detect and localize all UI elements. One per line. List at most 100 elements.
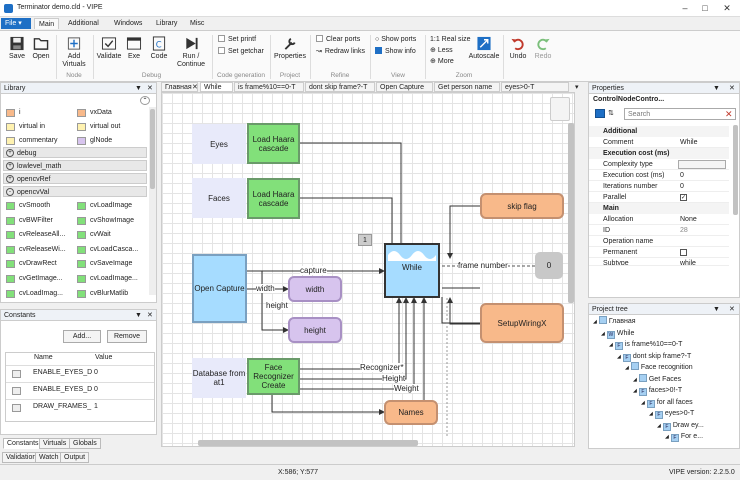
close-icon[interactable]: ✕ (717, 2, 737, 14)
tree-expand-icon[interactable]: ◢ (625, 365, 629, 371)
set-printf-checkbox[interactable]: Set printf (218, 35, 256, 44)
tree-node[interactable]: ◢ F Draw ey... (657, 420, 704, 431)
library-item[interactable]: virtual in (3, 121, 45, 133)
tree-expand-icon[interactable]: ◢ (593, 319, 597, 325)
zero-constant-node[interactable]: 0 (535, 252, 563, 279)
library-item[interactable]: cvLoadImage (74, 200, 132, 212)
add-constant-button[interactable]: Add... (63, 330, 101, 343)
library-item[interactable]: cvDrawRect (3, 258, 57, 270)
library-item[interactable]: cvReleaseWi... (3, 244, 66, 256)
load-haar-cascade-node-2[interactable]: Load Haara cascade (247, 178, 300, 219)
document-tab[interactable]: While (200, 82, 233, 92)
validate-button[interactable]: Validate (95, 36, 123, 61)
section-additional[interactable]: Additional (589, 126, 729, 137)
set-getchar-checkbox[interactable]: Set getchar (218, 47, 264, 56)
library-item[interactable]: cvLoadCasca... (74, 244, 138, 256)
open-button[interactable]: Open (30, 36, 52, 61)
row-iterations[interactable]: Iterations number 0 (589, 181, 729, 192)
properties-close-icon[interactable]: ✕ (729, 83, 735, 94)
zoom-more-button[interactable]: ⊕ More (430, 57, 454, 66)
undo-button[interactable]: Undo (507, 36, 529, 61)
tab-main[interactable]: Main (34, 18, 60, 29)
pin-icon[interactable]: ▼ (135, 83, 142, 94)
library-item[interactable]: cvSmooth (3, 200, 50, 212)
show-info-checkbox[interactable]: Show info (375, 47, 416, 56)
skip-flag-node[interactable]: skip flag (480, 193, 564, 219)
tab-misc[interactable]: Misc (186, 18, 208, 29)
file-menu[interactable]: File ▾ (1, 18, 31, 29)
library-item[interactable]: i (3, 107, 21, 119)
library-close-icon[interactable]: ✕ (147, 83, 153, 94)
row-checkbox[interactable] (12, 404, 21, 412)
tree-expand-icon[interactable]: ◢ (649, 411, 653, 417)
complexity-dropdown[interactable] (678, 160, 726, 169)
while-node[interactable]: While (384, 243, 440, 298)
tree-node[interactable]: ◢ Face recognition (625, 362, 693, 373)
clear-ports-button[interactable]: Clear ports (316, 35, 360, 44)
row-checkbox[interactable] (12, 387, 21, 395)
tree-node[interactable]: ◢ Ffaces>0!-T (633, 385, 682, 396)
library-item[interactable]: virtual out (74, 121, 120, 133)
library-category[interactable]: - opencvVal (3, 186, 147, 197)
database-node[interactable]: Database from at1 (192, 358, 246, 398)
run-continue-button[interactable]: Run / Continue (174, 36, 208, 69)
bottom-tab[interactable]: Output (60, 452, 90, 463)
sort-alpha-icon[interactable]: ⇅ (608, 109, 614, 117)
autoscale-button[interactable]: Autoscale (468, 36, 500, 61)
show-ports-toggle[interactable]: ○ Show ports (375, 35, 416, 44)
constants-close-icon[interactable]: ✕ (147, 310, 153, 321)
tree-pin-icon[interactable]: ▼ (713, 304, 720, 315)
tree-node[interactable]: ◢ Fis frame%10==0-T (609, 339, 682, 350)
tree-expand-icon[interactable]: ◢ (657, 423, 661, 429)
library-item[interactable]: cvWait (74, 229, 111, 241)
names-node[interactable]: Names (384, 400, 438, 425)
tabs-overflow-icon[interactable]: ▾ (575, 83, 579, 91)
library-item[interactable]: cvSaveImage (74, 258, 132, 270)
properties-button[interactable]: Properties (273, 36, 307, 61)
canvas-hscrollbar[interactable] (162, 439, 566, 446)
categorized-icon[interactable] (595, 109, 605, 118)
library-category[interactable]: + lowlevel_math (3, 160, 147, 171)
row-complexity[interactable]: Complexity type (589, 159, 729, 170)
document-tab[interactable]: Get person name (434, 82, 500, 92)
tab-windows[interactable]: Windows (110, 18, 146, 29)
tree-expand-icon[interactable]: ◢ (601, 331, 605, 337)
tree-expand-icon[interactable]: ◢ (617, 354, 621, 360)
table-row[interactable]: ENABLE_EYES_D 0 (6, 365, 154, 381)
tree-expand-icon[interactable]: ◢ (633, 388, 637, 394)
row-comment[interactable]: Comment While (589, 137, 729, 148)
section-exec-cost[interactable]: Execution cost (ms) (589, 148, 729, 159)
constants-tab[interactable]: Virtuals (39, 438, 71, 449)
tree-node[interactable]: ◢ Главная (593, 316, 636, 327)
tree-expand-icon[interactable]: ◢ (641, 400, 645, 406)
library-item[interactable]: cvLoadImage... (74, 273, 138, 285)
clear-search-icon[interactable]: ✕ (725, 109, 733, 119)
tree-expand-icon[interactable]: ◢ (633, 377, 637, 383)
library-item[interactable]: cvShowImage (74, 215, 134, 227)
eyes-label-node[interactable]: Eyes (192, 124, 246, 164)
constants-tab[interactable]: Globals (69, 438, 101, 449)
tab-library[interactable]: Library (152, 18, 181, 29)
save-button[interactable]: Save (6, 36, 28, 61)
bottom-tab[interactable]: Watch (35, 452, 63, 463)
tab-close-icon[interactable]: ✕ (192, 83, 198, 91)
row-parallel[interactable]: Parallel ✓ (589, 192, 729, 203)
table-row[interactable]: DRAW_FRAMES_ 1 (6, 399, 154, 415)
library-item[interactable]: cvLoadImag... (3, 288, 63, 300)
redraw-links-button[interactable]: ↝ Redraw links (316, 47, 365, 56)
row-operation-name[interactable]: Operation name (589, 236, 729, 247)
library-item[interactable]: cvBlurMatlib (74, 288, 128, 300)
tree-node[interactable]: ◢ Feyes>0-T (649, 408, 694, 419)
properties-pin-icon[interactable]: ▼ (713, 83, 720, 94)
code-button[interactable]: C Code (148, 36, 170, 61)
tree-expand-icon[interactable]: ◢ (665, 434, 669, 440)
properties-search-input[interactable]: Search ✕ (624, 108, 736, 120)
open-capture-node[interactable]: Open Capture (192, 254, 247, 323)
library-item[interactable]: vxData (74, 107, 112, 119)
library-item[interactable]: cvGetImage... (3, 273, 63, 285)
tree-close-icon[interactable]: ✕ (729, 304, 735, 315)
tab-additional[interactable]: Additional (64, 18, 103, 29)
row-checkbox[interactable] (12, 370, 21, 378)
permanent-checkbox[interactable] (680, 249, 687, 256)
library-item[interactable]: cvReleaseAll... (3, 229, 65, 241)
